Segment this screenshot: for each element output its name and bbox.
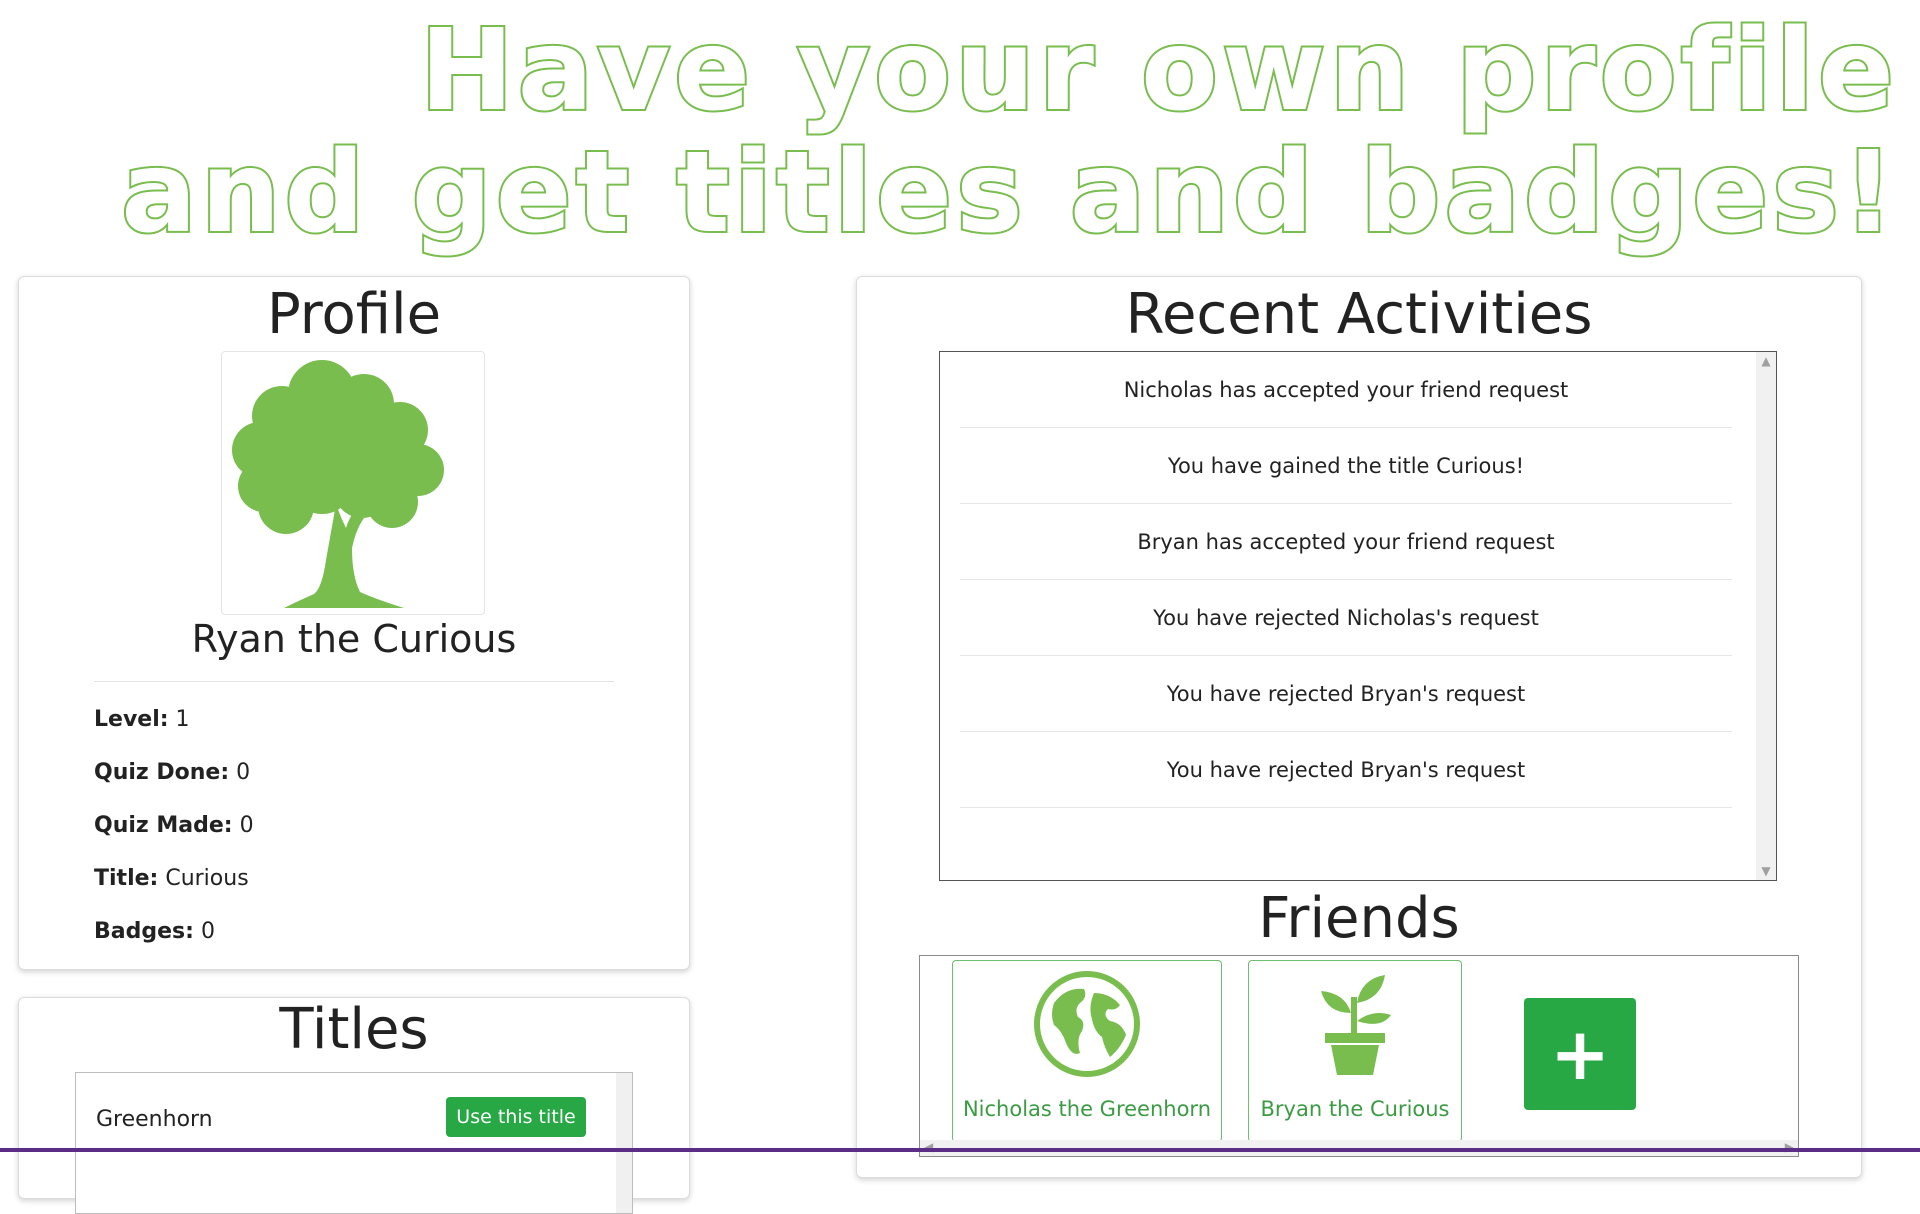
titles-heading: Titles [279,997,429,1062]
stat-value: 1 [175,707,190,732]
friend-card[interactable]: Nicholas the Greenhorn [952,960,1222,1142]
stat-label: Level: [94,707,169,732]
avatar [221,351,485,615]
activity-list-box[interactable]: Nicholas has accepted your friend reques… [939,351,1777,881]
activity-item: Nicholas has accepted your friend reques… [960,352,1732,428]
stat-quiz-done: Quiz Done: 0 [94,760,250,785]
titles-card: Titles Greenhorn Use this title [18,997,690,1214]
divider [94,681,614,682]
activity-item: Bryan has accepted your friend request [960,504,1732,580]
tree-icon [232,360,444,608]
stat-value: 0 [200,919,215,944]
stat-value: Curious [165,866,249,891]
stat-value: 0 [239,813,254,838]
stat-badges: Badges: 0 [94,919,215,944]
activity-card: Recent Activities Nicholas has accepted … [856,276,1862,1178]
stat-level: Level: 1 [94,707,190,732]
stat-label: Quiz Done: [94,760,230,785]
titles-scrollbar[interactable] [616,1073,632,1213]
stat-value: 0 [236,760,251,785]
friend-card[interactable]: Bryan the Curious [1248,960,1462,1142]
stat-label: Badges: [94,919,194,944]
promo-line-1: Have your own profile [418,6,1898,136]
stat-title: Title: Curious [94,866,249,891]
promo-line-2: and get titles and badges! [119,128,1898,258]
titles-list[interactable]: Greenhorn Use this title [75,1072,633,1214]
use-title-button[interactable]: Use this title [446,1097,586,1137]
title-name: Greenhorn [96,1107,213,1132]
add-friend-button[interactable]: + [1524,998,1636,1110]
activity-scrollbar[interactable]: ▲ ▼ [1756,352,1776,880]
activity-item: You have rejected Bryan's request [960,732,1732,808]
activity-list: Nicholas has accepted your friend reques… [960,352,1732,808]
stat-label: Title: [94,866,159,891]
friend-name: Nicholas the Greenhorn [962,1097,1212,1121]
profile-card: Profile Ryan the Curious Level: 1 Quiz D… [18,276,690,970]
scroll-down-icon[interactable]: ▼ [1756,864,1776,878]
potted-plant-icon [1321,975,1391,1075]
globe-icon [1034,971,1140,1077]
activity-item: You have rejected Bryan's request [960,656,1732,732]
bottom-edge-bar [0,1148,1920,1152]
stat-label: Quiz Made: [94,813,233,838]
profile-name: Ryan the Curious [191,617,517,661]
activity-item: You have gained the title Curious! [960,428,1732,504]
activity-item: You have rejected Nicholas's request [960,580,1732,656]
activities-heading: Recent Activities [1125,282,1593,347]
scroll-up-icon[interactable]: ▲ [1756,354,1776,368]
promo-headline: Have your own profile and get titles and… [119,6,1898,258]
friends-heading: Friends [1258,886,1460,951]
friends-list: Nicholas the Greenhorn Bryan the Curious… [919,955,1799,1157]
friend-name: Bryan the Curious [1260,1097,1450,1121]
profile-heading: Profile [266,282,442,347]
stat-quiz-made: Quiz Made: 0 [94,813,254,838]
